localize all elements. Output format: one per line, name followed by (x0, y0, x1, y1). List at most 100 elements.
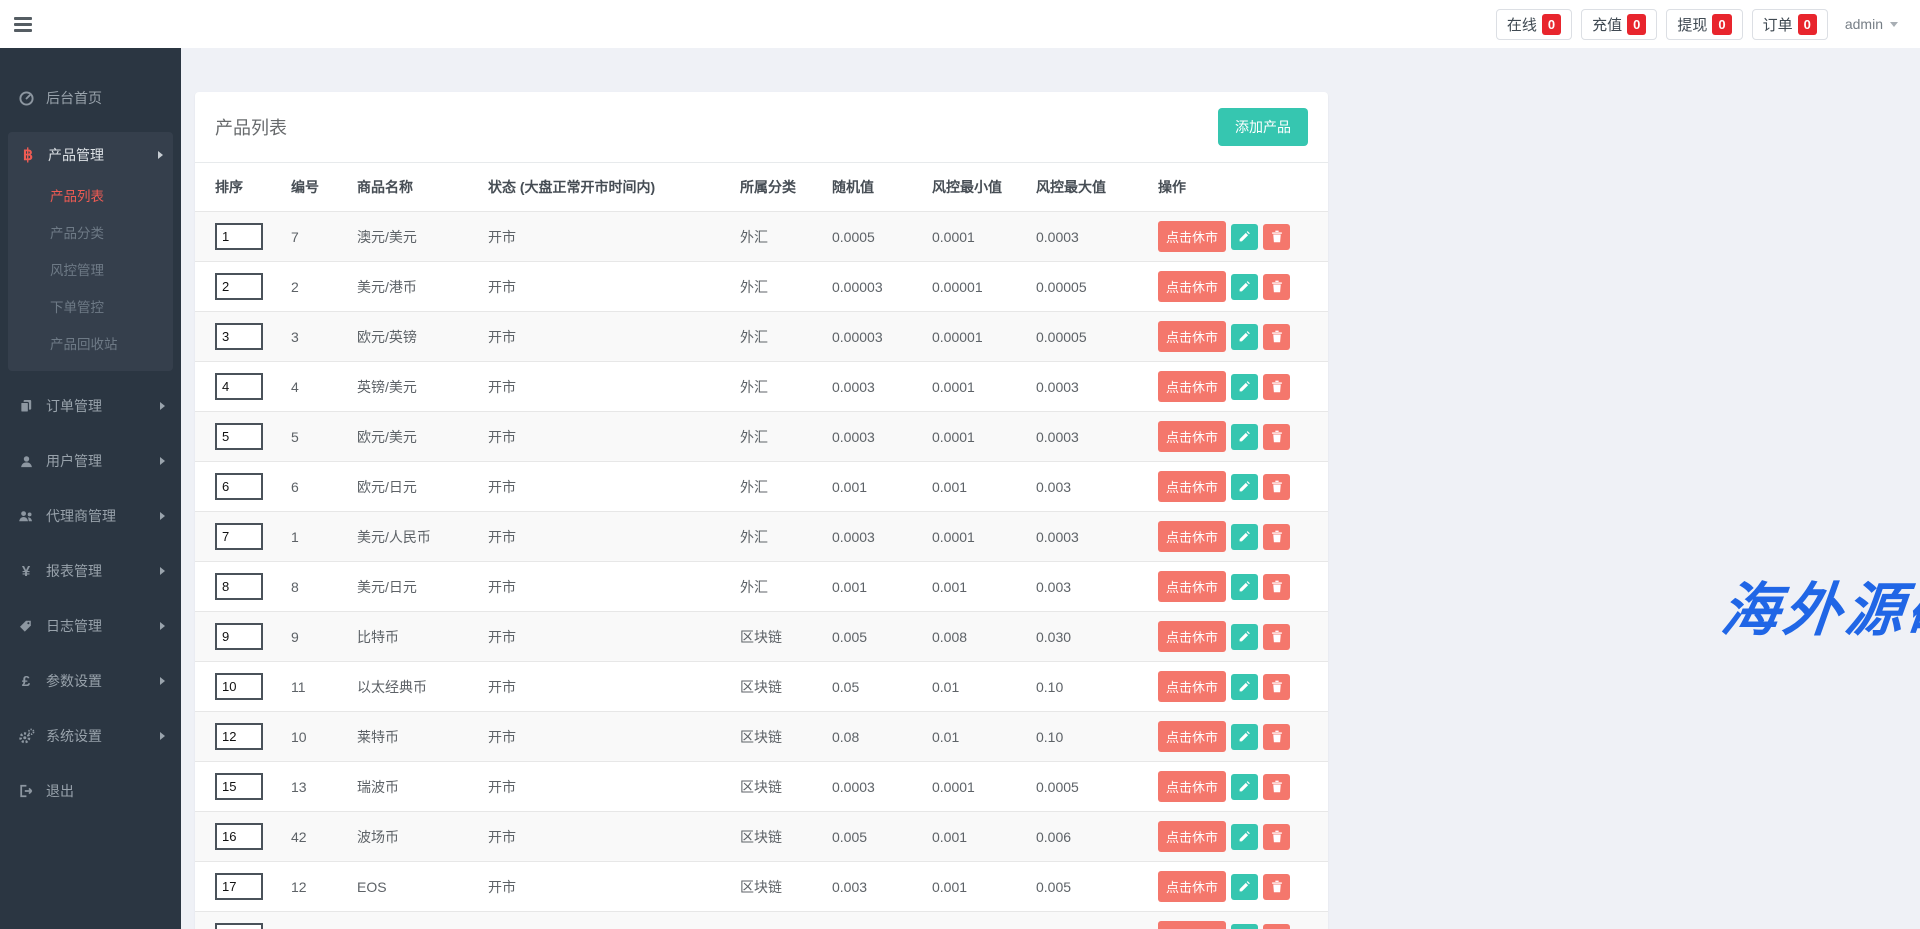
recharge-count-badge: 0 (1627, 14, 1646, 35)
edit-button[interactable] (1231, 574, 1258, 600)
table-row: 13 瑞波币 开市 区块链 0.0003 0.0001 0.0005 点击休市 (195, 762, 1328, 812)
edit-button[interactable] (1231, 624, 1258, 650)
sort-input[interactable] (215, 773, 263, 800)
close-market-button[interactable]: 点击休市 (1158, 571, 1226, 602)
sort-input[interactable] (215, 223, 263, 250)
cell-name: EOS (349, 862, 480, 912)
cell-random: 0.0005 (824, 212, 924, 262)
close-market-button[interactable]: 点击休市 (1158, 321, 1226, 352)
sort-input[interactable] (215, 323, 263, 350)
delete-button[interactable] (1263, 274, 1290, 300)
sidebar-item-report-management[interactable]: ¥ 报表管理 (0, 551, 181, 591)
sort-input[interactable] (215, 723, 263, 750)
delete-button[interactable] (1263, 574, 1290, 600)
admin-user-dropdown[interactable]: admin (1837, 12, 1906, 36)
delete-button[interactable] (1263, 724, 1290, 750)
sidebar-item-system-settings[interactable]: 系统设置 (0, 716, 181, 756)
edit-button[interactable] (1231, 524, 1258, 550)
delete-button[interactable] (1263, 874, 1290, 900)
chevron-right-icon (160, 402, 165, 410)
withdraw-stat-button[interactable]: 提现 0 (1666, 9, 1742, 40)
sort-input[interactable] (215, 823, 263, 850)
user-icon (16, 454, 36, 469)
recharge-stat-button[interactable]: 充值 0 (1581, 9, 1657, 40)
sidebar-subitem-risk-management[interactable]: 风控管理 (8, 252, 173, 289)
close-market-button[interactable]: 点击休市 (1158, 821, 1226, 852)
sort-input[interactable] (215, 373, 263, 400)
edit-button[interactable] (1231, 424, 1258, 450)
sidebar-subitem-product-recycle[interactable]: 产品回收站 (8, 326, 173, 363)
sidebar-item-product-management[interactable]: ฿ 产品管理 (8, 132, 173, 178)
trash-icon (1271, 280, 1283, 293)
edit-button[interactable] (1231, 374, 1258, 400)
sidebar-item-user-management[interactable]: 用户管理 (0, 441, 181, 481)
close-market-button[interactable]: 点击休市 (1158, 371, 1226, 402)
delete-button[interactable] (1263, 924, 1290, 929)
row-actions: 点击休市 (1158, 771, 1320, 802)
delete-button[interactable] (1263, 624, 1290, 650)
sidebar-item-parameter-settings[interactable]: £ 参数设置 (0, 661, 181, 701)
sidebar-subitem-product-list[interactable]: 产品列表 (8, 178, 173, 215)
sort-input[interactable] (215, 523, 263, 550)
sidebar-item-label: 订单管理 (46, 396, 102, 416)
sort-input[interactable] (215, 423, 263, 450)
edit-button[interactable] (1231, 224, 1258, 250)
edit-button[interactable] (1231, 674, 1258, 700)
watermark-text: 海外源码 (1672, 563, 1920, 647)
delete-button[interactable] (1263, 424, 1290, 450)
delete-button[interactable] (1263, 674, 1290, 700)
edit-button[interactable] (1231, 874, 1258, 900)
cell-risk-min: 0.001 (924, 862, 1028, 912)
online-stat-button[interactable]: 在线 0 (1496, 9, 1572, 40)
col-header-risk-min: 风控最小值 (924, 163, 1028, 212)
edit-button[interactable] (1231, 474, 1258, 500)
cell-category: 区块链 (732, 762, 824, 812)
sidebar-subitem-product-category[interactable]: 产品分类 (8, 215, 173, 252)
orders-stat-button[interactable]: 订单 0 (1752, 9, 1828, 40)
edit-button[interactable] (1231, 724, 1258, 750)
sidebar-item-home[interactable]: 后台首页 (0, 78, 181, 118)
cell-category: 区块链 (732, 862, 824, 912)
close-market-button[interactable]: 点击休市 (1158, 621, 1226, 652)
cell-risk-max: 0.005 (1028, 862, 1150, 912)
sort-input[interactable] (215, 873, 263, 900)
cell-category: 外汇 (732, 312, 824, 362)
delete-button[interactable] (1263, 374, 1290, 400)
delete-button[interactable] (1263, 474, 1290, 500)
sidebar-item-log-management[interactable]: 日志管理 (0, 606, 181, 646)
delete-button[interactable] (1263, 324, 1290, 350)
sort-input[interactable] (215, 473, 263, 500)
sidebar-subitem-order-control[interactable]: 下单管控 (8, 289, 173, 326)
close-market-button[interactable]: 点击休市 (1158, 871, 1226, 902)
edit-icon (1238, 580, 1251, 593)
sort-input[interactable] (215, 673, 263, 700)
delete-button[interactable] (1263, 524, 1290, 550)
edit-button[interactable] (1231, 824, 1258, 850)
delete-button[interactable] (1263, 224, 1290, 250)
close-market-button[interactable]: 点击休市 (1158, 921, 1226, 929)
close-market-button[interactable]: 点击休市 (1158, 721, 1226, 752)
close-market-button[interactable]: 点击休市 (1158, 221, 1226, 252)
close-market-button[interactable]: 点击休市 (1158, 771, 1226, 802)
close-market-button[interactable]: 点击休市 (1158, 271, 1226, 302)
page-title: 产品列表 (215, 114, 287, 140)
add-product-button[interactable]: 添加产品 (1218, 108, 1308, 146)
sort-input[interactable] (215, 273, 263, 300)
sidebar-item-order-management[interactable]: 订单管理 (0, 386, 181, 426)
delete-button[interactable] (1263, 824, 1290, 850)
sort-input[interactable] (215, 573, 263, 600)
sort-input[interactable] (215, 923, 263, 929)
sidebar-item-agent-management[interactable]: 代理商管理 (0, 496, 181, 536)
menu-toggle-icon[interactable] (14, 12, 36, 37)
close-market-button[interactable]: 点击休市 (1158, 521, 1226, 552)
delete-button[interactable] (1263, 774, 1290, 800)
sort-input[interactable] (215, 623, 263, 650)
edit-button[interactable] (1231, 924, 1258, 929)
edit-button[interactable] (1231, 324, 1258, 350)
close-market-button[interactable]: 点击休市 (1158, 471, 1226, 502)
close-market-button[interactable]: 点击休市 (1158, 671, 1226, 702)
sidebar-item-logout[interactable]: 退出 (0, 771, 181, 811)
close-market-button[interactable]: 点击休市 (1158, 421, 1226, 452)
edit-button[interactable] (1231, 774, 1258, 800)
edit-button[interactable] (1231, 274, 1258, 300)
